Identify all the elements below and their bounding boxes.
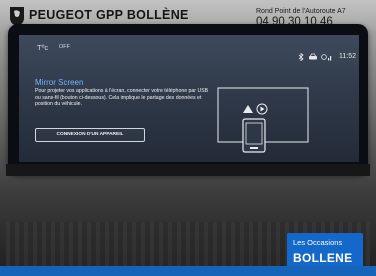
page-title: Mirror Screen bbox=[35, 78, 84, 87]
connect-device-button[interactable]: CONNEXION D'UN APPAREIL bbox=[35, 128, 145, 142]
dealer-name: PEUGEOT GPP BOLLÈNE bbox=[29, 8, 189, 22]
temperature-control[interactable]: Tºc bbox=[37, 43, 48, 52]
bottom-band bbox=[0, 266, 376, 276]
bluetooth-icon bbox=[298, 52, 304, 63]
dashboard-trim bbox=[6, 164, 370, 176]
mirror-illustration bbox=[217, 87, 309, 157]
signal-icon bbox=[321, 53, 333, 63]
badge-line-1: Les Occasions bbox=[293, 238, 343, 247]
ac-status[interactable]: OFF bbox=[59, 44, 70, 50]
clock: 11:52 bbox=[339, 53, 356, 60]
status-bar: Tºc OFF 11:52 bbox=[19, 35, 359, 62]
infotainment-screen: Tºc OFF 11:52 Mirror Screen Pour projete… bbox=[19, 35, 359, 162]
dealer-address: Rond Point de l'Autoroute A7 bbox=[256, 8, 346, 15]
car-icon bbox=[308, 53, 318, 63]
mirror-description: Pour projeter vos applications à l'écran… bbox=[35, 88, 209, 108]
badge-line-2: BOLLENE bbox=[293, 251, 353, 265]
